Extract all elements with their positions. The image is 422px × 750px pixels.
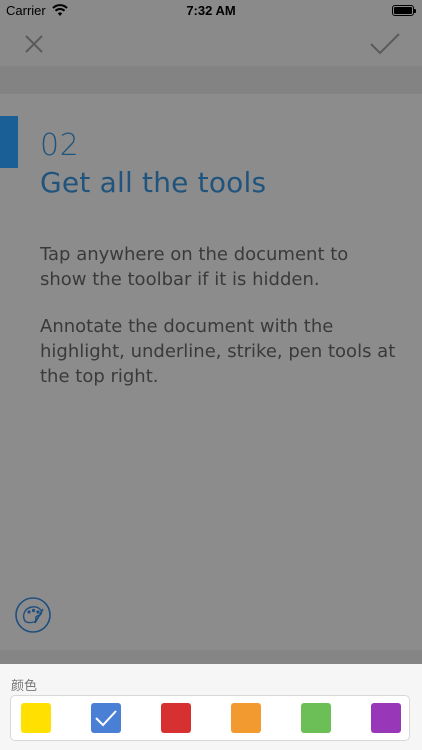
checkmark-icon (95, 710, 117, 727)
color-swatch[interactable] (301, 703, 331, 733)
color-swatch-row (10, 695, 410, 741)
step-title: Get all the tools (40, 166, 267, 199)
color-picker-sheet: 颜色 (0, 664, 422, 750)
battery-icon (392, 5, 416, 16)
step-number: 02 (40, 128, 80, 163)
color-swatch[interactable] (371, 703, 401, 733)
step-marker (0, 116, 18, 168)
color-swatch[interactable] (161, 703, 191, 733)
color-swatch[interactable] (231, 703, 261, 733)
instruction-paragraph: Annotate the document with the highlight… (40, 316, 396, 387)
color-swatch[interactable] (21, 703, 51, 733)
checkmark-icon[interactable] (368, 30, 402, 58)
status-time: 7:32 AM (186, 3, 236, 18)
color-swatch[interactable] (91, 703, 121, 733)
nav-bar (0, 22, 422, 66)
color-label: 颜色 (11, 679, 38, 694)
instruction-paragraph: Tap anywhere on the document to show the… (40, 244, 349, 290)
close-icon[interactable] (20, 30, 48, 58)
status-bar: Carrier 7:32 AM (0, 0, 422, 22)
palette-icon[interactable] (14, 596, 52, 634)
sheet-divider (0, 650, 422, 664)
document-page[interactable]: 02 Get all the tools Tap anywhere on the… (0, 94, 422, 650)
header-divider (0, 66, 422, 94)
